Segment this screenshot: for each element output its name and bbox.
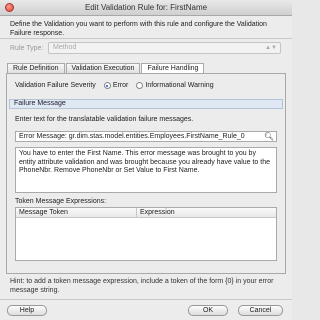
failure-message-section-header: Failure Message	[9, 99, 283, 109]
column-header-message-token[interactable]: Message Token	[16, 208, 137, 217]
radio-informational-warning[interactable]	[136, 82, 144, 89]
severity-warning-option[interactable]: Informational Warning	[136, 82, 214, 89]
rule-type-label: Rule Type:	[10, 45, 44, 52]
search-icon[interactable]: 🔍︎	[264, 132, 274, 141]
title-bar: Edit Validation Rule for: FirstName	[0, 0, 292, 16]
failure-handling-panel: Validation Failure Severity Error Inform…	[6, 73, 286, 274]
rule-type-value: Method	[53, 44, 77, 51]
header-divider	[0, 38, 292, 39]
message-key-value: Error Message: gr.dim.stas.model.entitie…	[19, 133, 245, 140]
tab-validation-execution[interactable]: Validation Execution	[65, 63, 141, 73]
column-header-expression[interactable]: Expression	[137, 208, 175, 217]
error-message-textarea[interactable]: You have to enter the First Name. This e…	[15, 147, 277, 193]
tab-failure-handling[interactable]: Failure Handling	[141, 63, 205, 73]
severity-row: Validation Failure Severity Error Inform…	[15, 82, 214, 89]
close-window-button[interactable]	[5, 3, 14, 12]
severity-error-label: Error	[112, 82, 129, 89]
ok-button-label: OK	[202, 307, 214, 314]
window-title: Edit Validation Rule for: FirstName	[84, 3, 208, 12]
dropdown-arrow-icon: ▲▼	[265, 45, 277, 51]
footer-hint: Hint: to add a token message expression,…	[10, 278, 274, 294]
token-expressions-table[interactable]: Message Token Expression	[15, 207, 277, 261]
tab-bar: Rule Definition Validation Execution Fai…	[7, 63, 205, 73]
radio-error[interactable]	[103, 82, 111, 89]
footer-divider	[0, 299, 292, 300]
token-expressions-label: Token Message Expressions:	[15, 198, 107, 205]
severity-label: Validation Failure Severity	[15, 82, 96, 89]
table-header: Message Token Expression	[16, 208, 276, 218]
cancel-button-label: Cancel	[249, 307, 272, 314]
ok-button[interactable]: OK	[188, 305, 228, 316]
failure-message-hint: Enter text for the translatable validati…	[15, 116, 194, 123]
cancel-button[interactable]: Cancel	[238, 305, 283, 316]
tab-rule-definition[interactable]: Rule Definition	[7, 63, 65, 73]
help-button[interactable]: Help	[7, 305, 47, 316]
dialog-description: Define the Validation you want to perfor…	[10, 21, 267, 37]
severity-error-option[interactable]: Error	[103, 82, 129, 89]
help-button-label: Help	[19, 307, 35, 314]
message-key-field[interactable]: Error Message: gr.dim.stas.model.entitie…	[15, 131, 277, 142]
dialog-window: Edit Validation Rule for: FirstName Defi…	[0, 0, 292, 320]
rule-type-select[interactable]: Method ▲▼	[48, 42, 281, 54]
severity-warning-label: Informational Warning	[145, 82, 214, 89]
